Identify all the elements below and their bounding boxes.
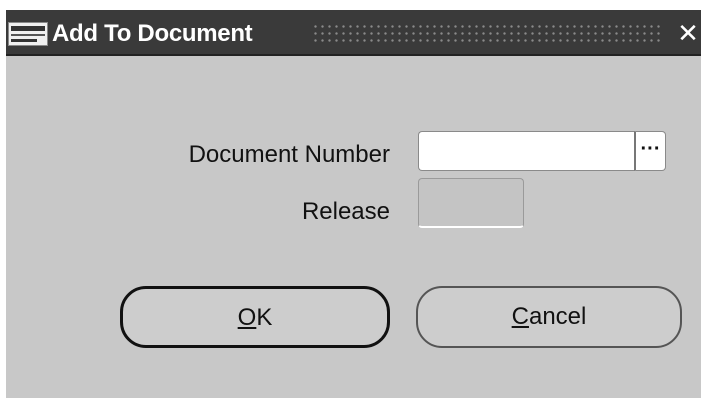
list-of-values-icon[interactable]: ··· [634, 131, 666, 171]
ok-label-rest: K [256, 304, 273, 331]
oracle-app-icon [8, 22, 48, 46]
ok-button[interactable]: OK [120, 286, 390, 348]
document-number-input[interactable] [418, 131, 634, 171]
cancel-button[interactable]: Cancel [416, 286, 682, 348]
ok-accelerator: O [237, 304, 257, 331]
release-field[interactable] [418, 178, 524, 228]
title-bar-grip[interactable] [312, 23, 660, 45]
cancel-label-rest: ancel [528, 303, 587, 330]
add-to-document-dialog: Add To Document ✕ Document Number ··· Re… [6, 10, 701, 398]
title-bar[interactable]: Add To Document ✕ [6, 10, 701, 56]
close-icon[interactable]: ✕ [676, 18, 700, 48]
dialog-title: Add To Document [52, 20, 253, 47]
document-number-label: Document Number [188, 141, 390, 168]
release-label: Release [301, 198, 390, 225]
cancel-accelerator: C [511, 303, 529, 330]
